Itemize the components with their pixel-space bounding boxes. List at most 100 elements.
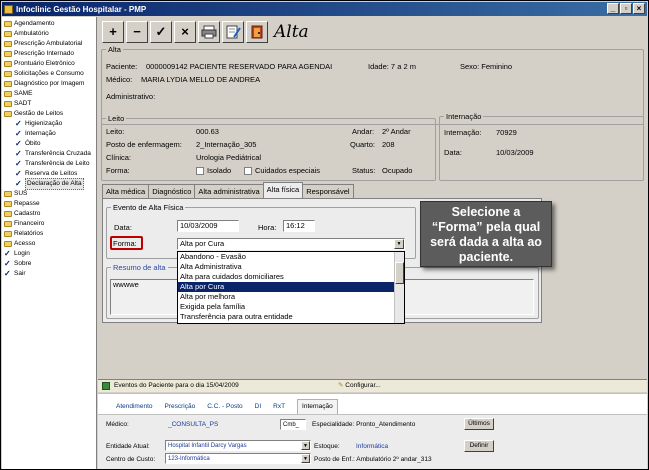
tab-cc-posto[interactable]: C.C. - Posto [207,403,242,414]
tree-item[interactable]: SADT [2,99,31,109]
tree-item[interactable]: Solicitações e Consumo [2,69,84,79]
cmb-select[interactable]: Cmb_ [280,419,306,430]
tree-item[interactable]: Relatórios [2,229,43,239]
cancel-button[interactable]: × [174,21,196,43]
tree-item-label: Cadastro [14,210,41,217]
tree-item[interactable]: ✓ Declaração de Alta [13,178,84,190]
tree-item[interactable]: Gestão de Leitos [2,109,63,119]
tree-item-label: Higienização [25,120,63,127]
tree-item[interactable]: SUS [2,189,27,199]
edit-button[interactable] [222,21,244,43]
tree-item[interactable]: ✓ Transferência de Leito [13,159,89,169]
dropdown-option[interactable]: Exigida pela família [178,302,404,312]
tree-item[interactable]: ✓ Higienização [13,119,62,129]
tree-item[interactable]: Acesso [2,239,35,249]
sexo-value: Sexo: Feminino [460,62,513,71]
dropdown-option[interactable]: Alta Administrativa [178,262,404,272]
estoque-value: Informática [356,443,389,450]
add-button[interactable]: + [102,21,124,43]
tree-item-label: Transferência Cruzada [25,150,91,157]
tree-item-label: Prescrição Internado [14,50,74,57]
tab-di[interactable]: DI [255,403,262,414]
tree-item[interactable]: Prescrição Ambulatorial [2,39,82,49]
door-exit-icon [251,25,263,39]
tree-item[interactable]: ✓ Sobre [2,259,31,269]
internacao-group: Internação [439,112,644,181]
tree-item-label: Relatórios [14,230,44,237]
checkmark-icon: ✓ [15,119,22,128]
dropdown-scrollbar[interactable] [394,252,404,323]
andar-label: Andar: [352,127,375,136]
tree-item[interactable]: Cadastro [2,209,40,219]
configurar-button[interactable]: ✎ Configurar... [338,380,381,392]
tree-item-label: Ambulatório [14,30,49,37]
tree-item[interactable]: SAME [2,89,32,99]
tab-atendimento[interactable]: Atendimento [116,403,153,414]
checkmark-icon: ✓ [15,139,22,148]
entidade-label: Entidade Atual: [106,443,150,450]
dropdown-option[interactable]: Abandono - Evasão [178,252,404,262]
tree-item[interactable]: Prescrição Internado [2,49,74,59]
confirm-button[interactable]: ✓ [150,21,172,43]
close-button[interactable]: × [633,3,645,14]
tree-item[interactable]: ✓ Login [2,249,30,259]
dropdown-option[interactable]: Alta por Cura [178,282,404,292]
posto-label: Posto de enfermagem: [106,140,182,149]
cuidados-checkbox[interactable]: Cuidados especiais [244,166,320,176]
chevron-down-icon[interactable]: ▼ [301,441,310,450]
bottom-tabs: Atendimento Prescrição C.C. - Posto DI R… [98,393,647,415]
tree-item[interactable]: ✓ Óbito [13,139,41,149]
ultimos-button[interactable]: Últimos [464,418,494,430]
definir-button[interactable]: Definir [464,440,494,452]
internacao-data-value: 10/03/2009 [496,148,534,157]
folder-icon [4,201,12,207]
tree-item[interactable]: Prontuário Eletrônico [2,59,75,69]
dropdown-option[interactable]: Alta por melhora [178,292,404,302]
tree-item-label: Acesso [14,240,36,247]
minimize-button[interactable]: _ [607,3,619,14]
tab-rxt[interactable]: RxT [273,403,285,414]
bottom-medico-value: _CONSULTA_PS [168,421,219,428]
entidade-select[interactable]: Hospital Infantil Darcy Vargas ▼ [165,440,311,451]
evento-hora-input[interactable]: 16:12 [283,220,315,232]
status-label: Status: [352,166,376,175]
tree-item-label: Sobre [14,260,32,267]
tree-item[interactable]: Ambulatório [2,29,49,39]
tab-prescricao[interactable]: Prescrição [165,403,196,414]
chevron-down-icon[interactable]: ▼ [394,239,404,249]
tab-alta-fisica[interactable]: Alta física [262,182,304,198]
tree-item[interactable]: Agendamento [2,19,54,29]
dropdown-option[interactable]: Alta para cuidados domiciliares [178,272,404,282]
tree-item[interactable]: ✓ Internação [13,129,56,139]
tab-internacao[interactable]: Internação [297,399,338,414]
tab-responsavel[interactable]: Responsável [302,184,354,198]
tree-item[interactable]: ✓ Sair [2,269,26,279]
remove-button[interactable]: − [126,21,148,43]
leito-label: Leito: [106,127,125,136]
exit-button[interactable] [246,21,268,43]
centro-select[interactable]: 123-Informática ▼ [165,453,311,464]
tree-item-label: SADT [14,100,32,107]
tab-diagnostico[interactable]: Diagnóstico [148,184,196,198]
folder-icon [4,31,12,37]
folder-icon [4,71,12,77]
tree-item[interactable]: Repasse [2,199,40,209]
settings-icon: ✎ [338,382,344,389]
dropdown-option[interactable]: Transferência para outra entidade [178,312,404,322]
maximize-button[interactable]: ▫ [620,3,632,14]
print-button[interactable] [198,21,220,43]
forma-select[interactable]: Alta por Cura ▼ [177,238,405,250]
administrativo-label: Administrativo: [106,92,156,101]
isolado-checkbox[interactable]: Isolado [196,166,231,176]
chevron-down-icon[interactable]: ▼ [301,454,310,463]
folder-icon [4,221,12,227]
tab-alta-medica[interactable]: Alta médica [102,184,150,198]
tree-item[interactable]: ✓ Transferência Cruzada [13,149,91,159]
forma-label-leito: Forma: [106,166,130,175]
tree-item[interactable]: Diagnóstico por Imagem [2,79,84,89]
evento-data-input[interactable]: 10/03/2009 [177,220,239,232]
tree-item-label: Prontuário Eletrônico [14,60,75,67]
tree-item-label: Diagnóstico por Imagem [14,80,85,87]
tree-item[interactable]: Financeiro [2,219,44,229]
tab-alta-administrativa[interactable]: Alta administrativa [194,184,264,198]
